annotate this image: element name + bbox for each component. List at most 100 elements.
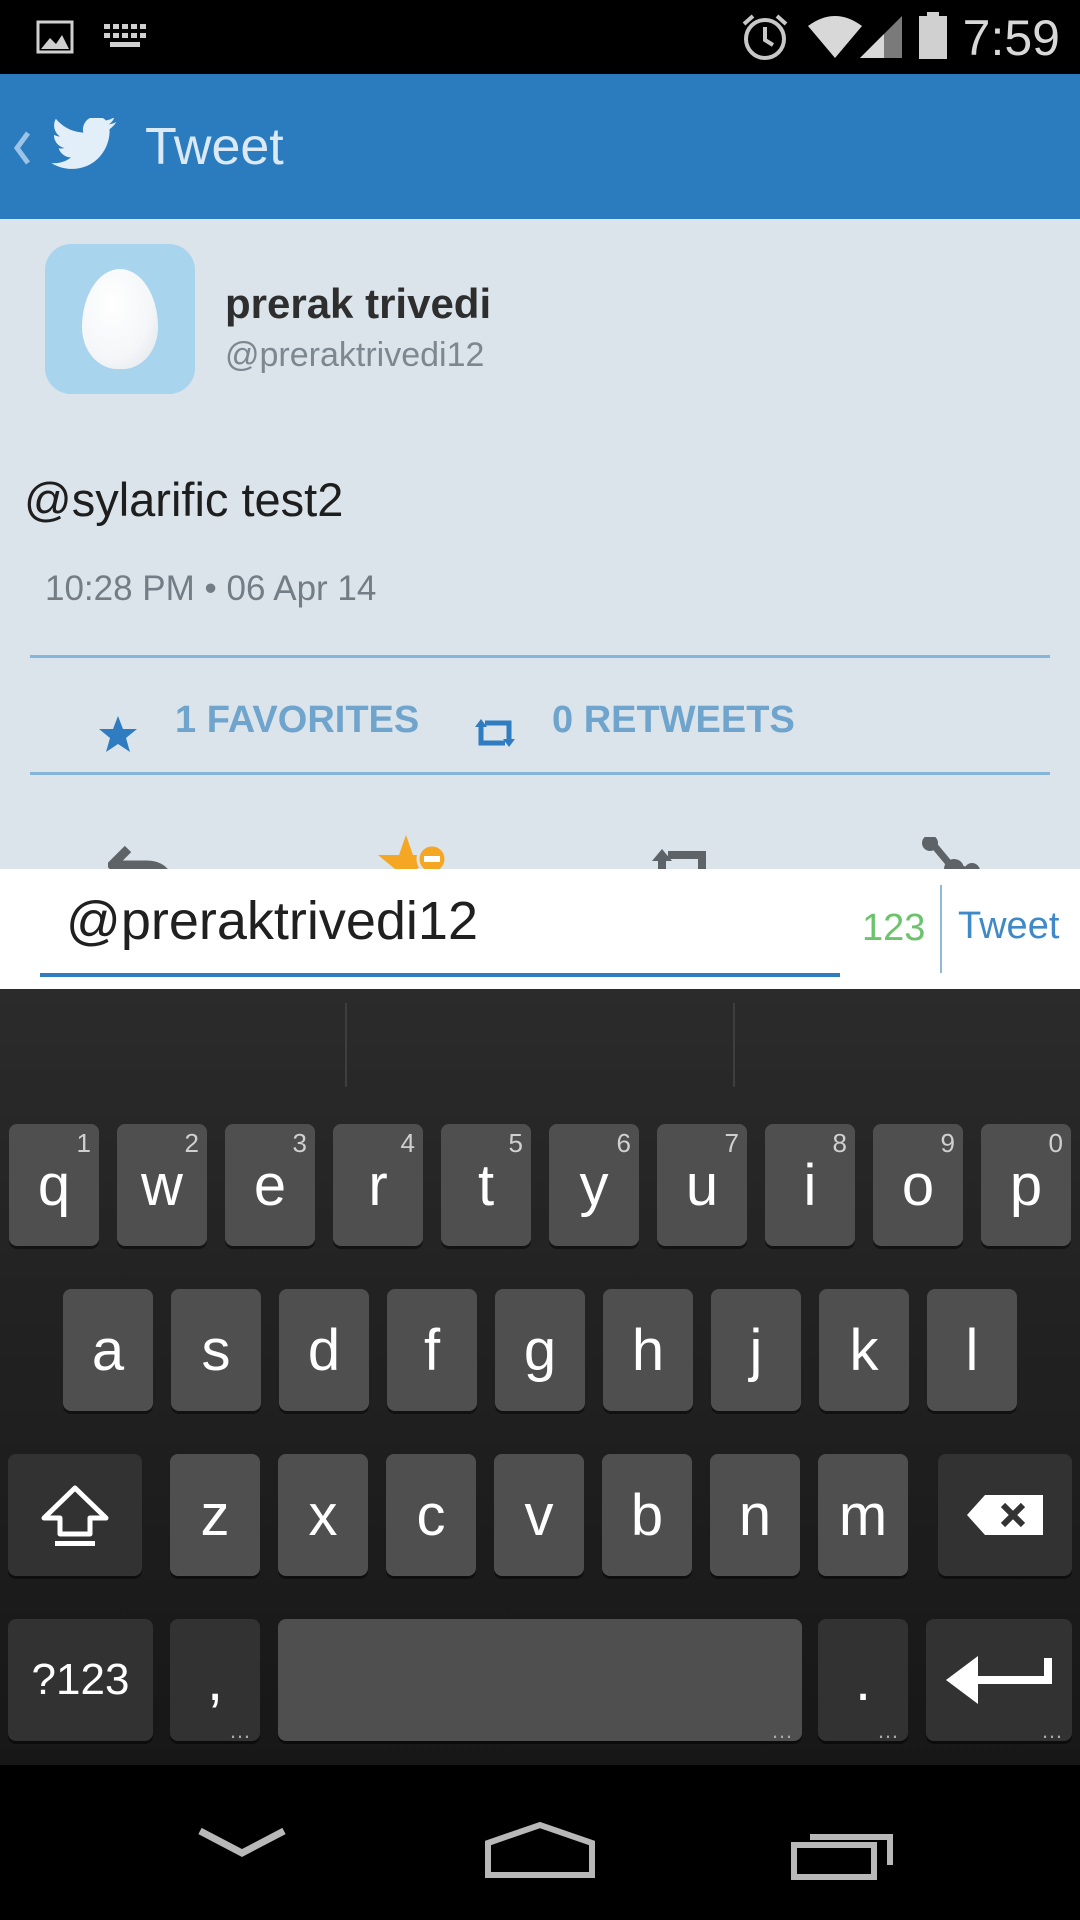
key-i[interactable]: i8 bbox=[765, 1124, 855, 1246]
key-g[interactable]: g bbox=[495, 1289, 585, 1411]
tweet-timestamp: 10:28 PM • 06 Apr 14 bbox=[45, 569, 377, 608]
action-bar: Tweet bbox=[0, 74, 1080, 219]
image-icon bbox=[36, 20, 74, 54]
space-bar[interactable]: … bbox=[278, 1619, 802, 1742]
comma-key-label: , bbox=[206, 1647, 224, 1713]
key-label: z bbox=[200, 1482, 230, 1548]
key-label: b bbox=[630, 1482, 664, 1548]
tweet-stats: 1 FAVORITES 0 RETWEETS bbox=[0, 669, 1080, 769]
key-o[interactable]: o9 bbox=[873, 1124, 963, 1246]
key-p[interactable]: p0 bbox=[981, 1124, 1071, 1246]
back-icon[interactable] bbox=[196, 1825, 288, 1861]
recents-icon[interactable] bbox=[790, 1823, 896, 1881]
key-m[interactable]: m bbox=[818, 1454, 908, 1576]
suggestion-slot[interactable] bbox=[735, 989, 1080, 1099]
key-hint: 7 bbox=[724, 1128, 739, 1158]
key-label: g bbox=[523, 1317, 557, 1383]
divider bbox=[30, 772, 1050, 775]
key-label: k bbox=[849, 1317, 879, 1383]
shift-key[interactable] bbox=[8, 1454, 142, 1576]
tweet-text: @sylarific test2 bbox=[24, 473, 344, 526]
key-l[interactable]: l bbox=[927, 1289, 1017, 1411]
key-label: i bbox=[803, 1152, 817, 1218]
key-label: j bbox=[749, 1317, 763, 1383]
key-hint: 6 bbox=[616, 1128, 631, 1158]
symbols-key-label: ?123 bbox=[31, 1655, 130, 1704]
key-label: x bbox=[308, 1482, 338, 1548]
key-label: d bbox=[307, 1317, 341, 1383]
home-icon[interactable] bbox=[484, 1821, 596, 1879]
author-handle[interactable]: @preraktrivedi12 bbox=[225, 334, 484, 376]
key-s[interactable]: s bbox=[171, 1289, 261, 1411]
key-label: a bbox=[91, 1317, 125, 1383]
key-label: e bbox=[253, 1152, 287, 1218]
tweet-detail: prerak trivedi @preraktrivedi12 @sylarif… bbox=[0, 219, 1080, 869]
key-hint: 2 bbox=[184, 1128, 199, 1158]
key-k[interactable]: k bbox=[819, 1289, 909, 1411]
more-keys-indicator: … bbox=[877, 1718, 900, 1743]
suggestion-slot[interactable] bbox=[347, 989, 733, 1099]
tweet-button[interactable]: Tweet bbox=[958, 903, 1059, 949]
key-t[interactable]: t5 bbox=[441, 1124, 531, 1246]
favorites-count[interactable]: 1 FAVORITES bbox=[175, 697, 419, 743]
navigation-bar bbox=[0, 1765, 1080, 1920]
key-b[interactable]: b bbox=[602, 1454, 692, 1576]
key-f[interactable]: f bbox=[387, 1289, 477, 1411]
key-hint: 3 bbox=[292, 1128, 307, 1158]
key-z[interactable]: z bbox=[170, 1454, 260, 1576]
star-icon bbox=[99, 716, 137, 752]
suggestion-slot[interactable] bbox=[0, 989, 345, 1099]
status-time: 7:59 bbox=[962, 10, 1060, 66]
period-key[interactable]: . … bbox=[818, 1619, 908, 1743]
retweet-icon[interactable] bbox=[652, 845, 712, 869]
key-q[interactable]: q1 bbox=[9, 1124, 99, 1246]
retweets-count[interactable]: 0 RETWEETS bbox=[552, 697, 795, 743]
key-label: w bbox=[141, 1152, 183, 1218]
symbols-key[interactable]: ?123 bbox=[8, 1619, 153, 1741]
period-key-label: . bbox=[854, 1647, 872, 1713]
key-label: r bbox=[368, 1152, 388, 1218]
key-label: q bbox=[37, 1152, 71, 1218]
reply-bar: 123 Tweet bbox=[0, 869, 1080, 989]
avatar[interactable] bbox=[45, 244, 195, 394]
key-x[interactable]: x bbox=[278, 1454, 368, 1576]
key-u[interactable]: u7 bbox=[657, 1124, 747, 1246]
unfavorite-icon[interactable] bbox=[376, 833, 450, 869]
reply-input[interactable] bbox=[40, 869, 840, 977]
reply-icon[interactable] bbox=[108, 841, 178, 869]
key-hint: 0 bbox=[1048, 1128, 1063, 1158]
keyboard: ?123 , … … . … … q1w2e3r4t5y6u7i8o9p0asd… bbox=[0, 989, 1080, 1765]
enter-icon bbox=[946, 1656, 1052, 1704]
key-label: c bbox=[416, 1482, 446, 1548]
author-name[interactable]: prerak trivedi bbox=[225, 279, 491, 329]
key-j[interactable]: j bbox=[711, 1289, 801, 1411]
key-label: l bbox=[965, 1317, 979, 1383]
key-h[interactable]: h bbox=[603, 1289, 693, 1411]
key-label: t bbox=[477, 1152, 495, 1218]
key-a[interactable]: a bbox=[63, 1289, 153, 1411]
battery-icon bbox=[919, 12, 947, 59]
enter-key[interactable]: … bbox=[926, 1619, 1072, 1742]
divider bbox=[30, 655, 1050, 658]
backspace-key[interactable] bbox=[938, 1454, 1072, 1576]
key-r[interactable]: r4 bbox=[333, 1124, 423, 1246]
key-hint: 5 bbox=[508, 1128, 523, 1158]
page-title: Tweet bbox=[145, 118, 284, 176]
key-y[interactable]: y6 bbox=[549, 1124, 639, 1246]
character-count: 123 bbox=[862, 907, 926, 949]
key-e[interactable]: e3 bbox=[225, 1124, 315, 1246]
comma-key[interactable]: , … bbox=[170, 1619, 260, 1743]
key-n[interactable]: n bbox=[710, 1454, 800, 1576]
key-hint: 1 bbox=[76, 1128, 91, 1158]
share-icon[interactable] bbox=[920, 837, 980, 869]
up-button[interactable] bbox=[0, 74, 130, 219]
key-d[interactable]: d bbox=[279, 1289, 369, 1411]
key-w[interactable]: w2 bbox=[117, 1124, 207, 1246]
key-hint: 8 bbox=[832, 1128, 847, 1158]
more-keys-indicator: … bbox=[229, 1718, 252, 1743]
backspace-icon bbox=[967, 1495, 1043, 1535]
key-c[interactable]: c bbox=[386, 1454, 476, 1576]
key-label: o bbox=[901, 1152, 935, 1218]
key-v[interactable]: v bbox=[494, 1454, 584, 1576]
alarm-icon bbox=[742, 14, 788, 60]
